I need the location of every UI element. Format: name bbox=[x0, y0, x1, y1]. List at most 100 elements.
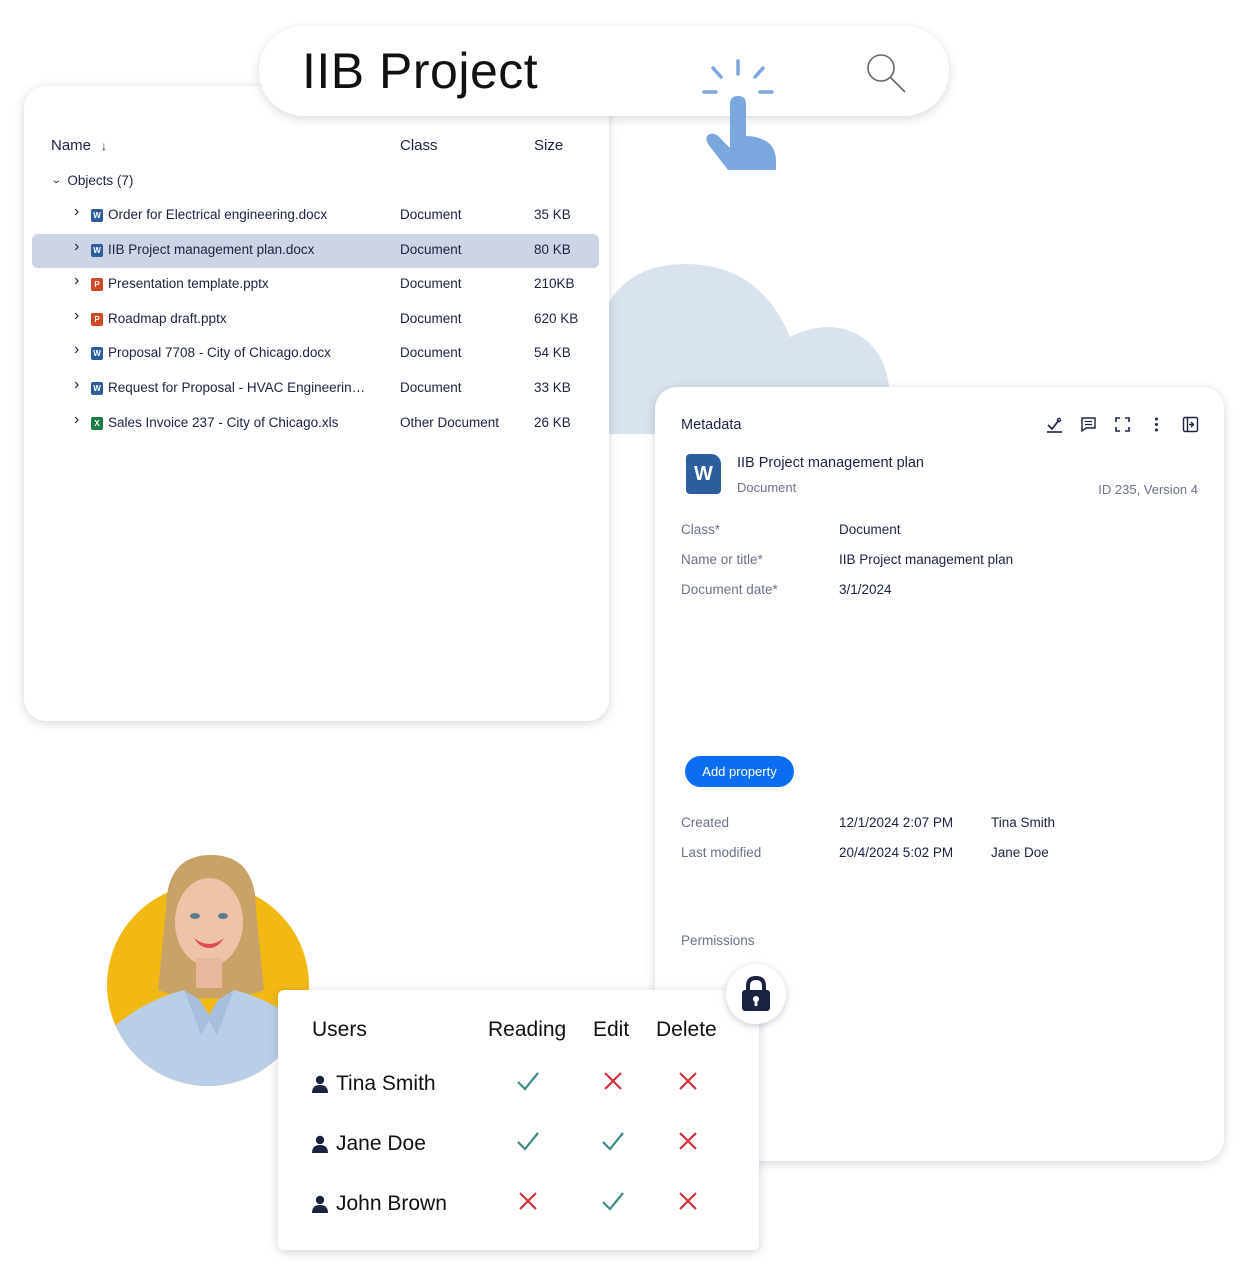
file-class: Document bbox=[400, 380, 462, 395]
chevron-right-icon[interactable]: › bbox=[74, 307, 79, 325]
check-icon[interactable] bbox=[600, 1188, 626, 1214]
excel-file-icon: X bbox=[91, 416, 103, 430]
last-modified-user: Jane Doe bbox=[991, 845, 1049, 860]
chevron-right-icon[interactable]: › bbox=[74, 272, 79, 290]
file-name: Sales Invoice 237 - City of Chicago.xls bbox=[108, 414, 339, 430]
property-label: Name or title* bbox=[681, 552, 763, 567]
cross-icon[interactable] bbox=[675, 1188, 701, 1214]
metadata-toolbar bbox=[1045, 415, 1200, 434]
check-icon[interactable] bbox=[515, 1068, 541, 1094]
permission-user-row: Tina Smith bbox=[312, 1072, 436, 1096]
lock-badge bbox=[726, 964, 786, 1024]
chevron-right-icon[interactable]: › bbox=[74, 341, 79, 359]
column-header-size[interactable]: Size bbox=[534, 137, 563, 154]
document-class: Document bbox=[737, 480, 797, 495]
workflow-icon[interactable] bbox=[1045, 415, 1064, 434]
column-header-name[interactable]: Name ↓ bbox=[51, 137, 107, 154]
user-icon bbox=[312, 1135, 328, 1153]
file-size: 35 KB bbox=[534, 207, 571, 222]
search-input[interactable]: IIB Project bbox=[302, 42, 538, 100]
file-row[interactable]: › P Presentation template.pptx Document 210K… bbox=[32, 268, 599, 302]
created-user: Tina Smith bbox=[991, 815, 1056, 830]
file-row[interactable]: › W IIB Project management plan.docx Docume… bbox=[32, 233, 599, 268]
file-name: Presentation template.pptx bbox=[108, 276, 269, 292]
search-icon[interactable] bbox=[862, 50, 908, 96]
metadata-title: Metadata bbox=[681, 417, 742, 433]
file-name: IIB Project management plan.docx bbox=[108, 241, 315, 257]
header-users: Users bbox=[312, 1018, 367, 1041]
permission-user-row: John Brown bbox=[312, 1192, 447, 1216]
fullscreen-icon[interactable] bbox=[1113, 415, 1132, 434]
sort-descending-icon[interactable]: ↓ bbox=[101, 139, 107, 153]
word-file-icon: W bbox=[91, 243, 103, 257]
property-label: Class* bbox=[681, 522, 721, 537]
property-value[interactable]: IIB Project management plan bbox=[839, 552, 1013, 567]
cross-icon[interactable] bbox=[600, 1068, 626, 1094]
file-class: Document bbox=[400, 241, 462, 257]
collapse-panel-icon[interactable] bbox=[1181, 415, 1200, 434]
file-row[interactable]: › W Request for Proposal - HVAC Engineerin… bbox=[32, 372, 599, 406]
file-size: 33 KB bbox=[534, 380, 571, 395]
user-icon bbox=[312, 1075, 328, 1093]
check-icon[interactable] bbox=[515, 1128, 541, 1154]
header-delete: Delete bbox=[656, 1018, 717, 1041]
chevron-right-icon[interactable]: › bbox=[74, 376, 79, 394]
user-name: Tina Smith bbox=[336, 1072, 436, 1095]
search-bar[interactable]: IIB Project bbox=[259, 26, 949, 116]
created-label: Created bbox=[681, 815, 730, 830]
user-name: Jane Doe bbox=[336, 1132, 426, 1155]
file-row[interactable]: › W Proposal 7708 - City of Chicago.docx Do… bbox=[32, 337, 599, 371]
file-row[interactable]: › X Sales Invoice 237 - City of Chicago.xl… bbox=[32, 407, 599, 441]
last-modified-value: 20/4/2024 5:02 PM bbox=[839, 845, 954, 860]
property-value[interactable]: Document bbox=[839, 522, 901, 537]
group-objects[interactable]: ⌄ Objects (7) bbox=[51, 173, 134, 188]
property-label: Document date* bbox=[681, 582, 778, 597]
document-id-version: ID 235, Version 4 bbox=[1098, 482, 1198, 497]
group-label: Objects (7) bbox=[67, 173, 134, 188]
word-file-icon: W bbox=[91, 347, 103, 361]
file-size: 620 KB bbox=[534, 310, 579, 326]
cross-icon[interactable] bbox=[675, 1068, 701, 1094]
file-name: Roadmap draft.pptx bbox=[108, 310, 227, 326]
file-size: 210KB bbox=[534, 276, 575, 292]
chevron-right-icon[interactable]: › bbox=[74, 203, 79, 221]
chevron-down-icon[interactable]: ⌄ bbox=[51, 175, 62, 186]
document-name: IIB Project management plan bbox=[737, 455, 924, 471]
check-icon[interactable] bbox=[600, 1128, 626, 1154]
property-value[interactable]: 3/1/2024 bbox=[839, 582, 892, 597]
file-class: Document bbox=[400, 276, 462, 292]
permissions-label: Permissions bbox=[681, 933, 755, 948]
file-class: Document bbox=[400, 207, 462, 222]
word-document-icon: W bbox=[686, 454, 721, 494]
comments-icon[interactable] bbox=[1079, 415, 1098, 434]
permissions-card: Users Reading Edit Delete Tina Smith Jane… bbox=[278, 990, 759, 1250]
file-row[interactable]: › P Roadmap draft.pptx Document 620 KB bbox=[32, 303, 599, 337]
file-row[interactable]: › W Order for Electrical engineering.docx D… bbox=[32, 199, 599, 233]
word-file-icon: W bbox=[91, 382, 103, 395]
lock-icon bbox=[742, 976, 770, 1011]
powerpoint-file-icon: P bbox=[91, 312, 103, 326]
file-class: Other Document bbox=[400, 414, 500, 430]
file-class: Document bbox=[400, 310, 462, 326]
column-header-class[interactable]: Class bbox=[400, 137, 438, 154]
user-icon bbox=[312, 1195, 328, 1213]
user-name: John Brown bbox=[336, 1192, 447, 1215]
file-size: 26 KB bbox=[534, 414, 571, 430]
word-file-icon: W bbox=[91, 209, 103, 222]
chevron-right-icon[interactable]: › bbox=[74, 411, 79, 429]
created-value: 12/1/2024 2:07 PM bbox=[839, 815, 954, 830]
more-icon[interactable] bbox=[1147, 415, 1166, 434]
file-name: Proposal 7708 - City of Chicago.docx bbox=[108, 345, 331, 361]
permission-user-row: Jane Doe bbox=[312, 1132, 426, 1156]
file-name: Order for Electrical engineering.docx bbox=[108, 207, 328, 222]
cross-icon[interactable] bbox=[675, 1128, 701, 1154]
header-reading: Reading bbox=[488, 1018, 567, 1041]
file-size: 54 KB bbox=[534, 345, 571, 361]
powerpoint-file-icon: P bbox=[91, 278, 103, 292]
last-modified-label: Last modified bbox=[681, 845, 762, 860]
add-property-button[interactable]: Add property bbox=[685, 756, 794, 787]
tap-hand-icon bbox=[702, 59, 776, 170]
file-name: Request for Proposal - HVAC Engineerin… bbox=[108, 380, 366, 395]
chevron-right-icon[interactable]: › bbox=[74, 238, 79, 256]
cross-icon[interactable] bbox=[515, 1188, 541, 1214]
